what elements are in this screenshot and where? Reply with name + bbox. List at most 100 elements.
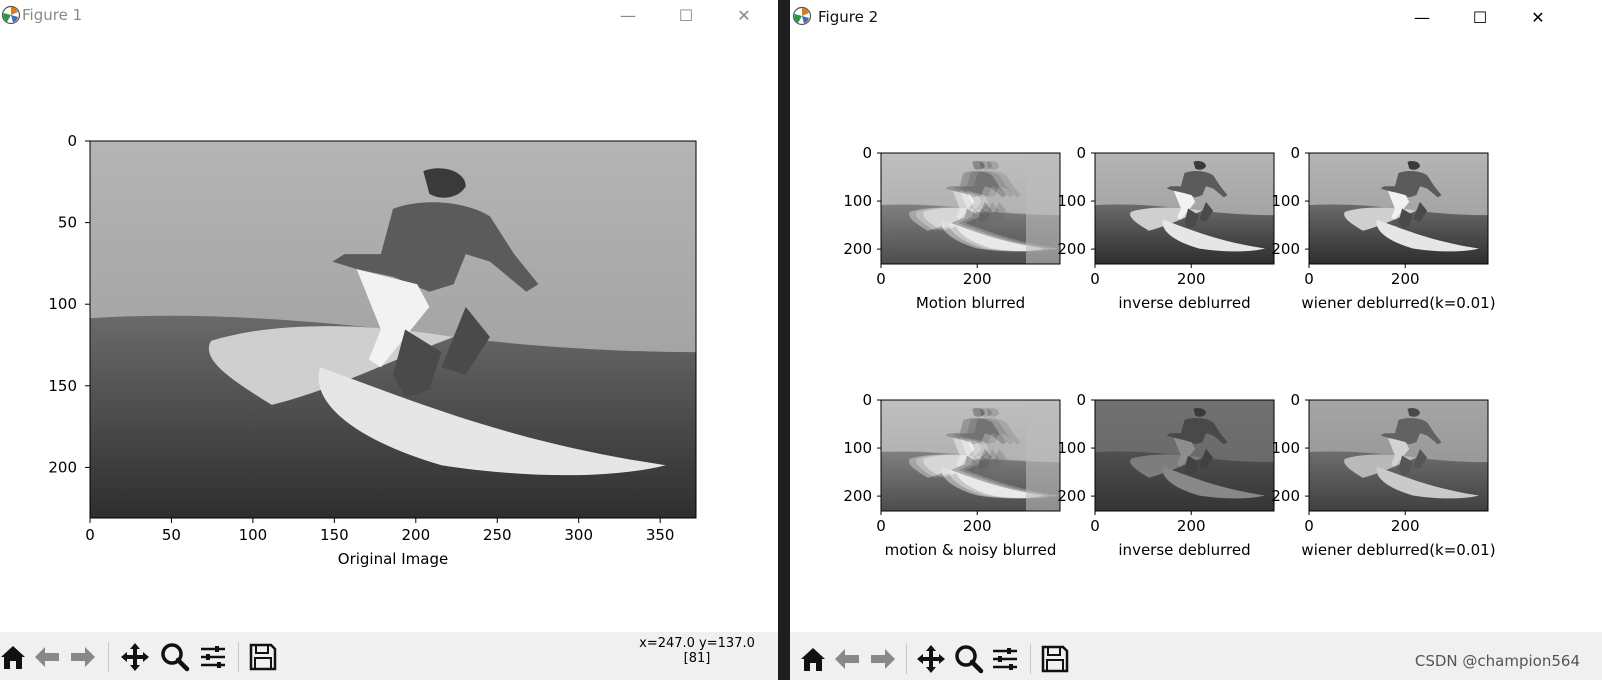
zoom-button[interactable] <box>952 642 986 676</box>
minimize-icon: — <box>1414 7 1430 27</box>
figure2-titlebar[interactable]: Figure 2 — ☐ ✕ <box>790 0 1602 33</box>
back-button[interactable] <box>30 640 64 674</box>
figure2-title: Figure 2 <box>818 8 879 26</box>
subplot-label: inverse deblurred <box>1118 541 1250 559</box>
figure1-axes: 0 50 100 150 200 250 300 350 0 50 100 150 200 Origina… <box>48 132 697 568</box>
toolbar-separator <box>238 642 239 672</box>
pan-icon <box>917 645 945 673</box>
x-tick-label: 250 <box>483 526 512 544</box>
x-tick-label: 0 <box>876 270 886 288</box>
background-editor-strip <box>778 0 790 680</box>
subplot-image <box>1308 152 1489 265</box>
y-tick-label: 200 <box>1271 487 1300 505</box>
y-tick-label: 0 <box>1076 144 1086 162</box>
maximize-icon: ☐ <box>1472 7 1488 27</box>
y-tick-label: 100 <box>1057 439 1086 457</box>
close-icon: ✕ <box>737 5 751 25</box>
figure1-canvas[interactable]: 0 50 100 150 200 250 300 350 0 50 100 150 200 Origina… <box>0 33 778 632</box>
x-tick-label: 0 <box>85 526 95 544</box>
pan-icon <box>121 643 149 671</box>
subplot-label: inverse deblurred <box>1118 294 1250 312</box>
y-tick-label: 200 <box>843 240 872 258</box>
x-tick-label: 100 <box>239 526 268 544</box>
minimize-icon: — <box>620 5 636 25</box>
forward-button[interactable] <box>66 640 100 674</box>
figure1-window: Figure 1 — ☐ ✕ 0 50 100 150 200 250 300 … <box>0 0 778 680</box>
configure-subplots-button[interactable] <box>196 640 230 674</box>
save-icon <box>1041 645 1069 673</box>
minimize-button[interactable]: — <box>1400 4 1444 30</box>
save-icon <box>249 643 277 671</box>
y-tick-label: 100 <box>843 439 872 457</box>
figure1-titlebar[interactable]: Figure 1 — ☐ ✕ <box>0 0 778 33</box>
subplot-image <box>880 399 1061 512</box>
y-tick-label: 0 <box>862 391 872 409</box>
maximize-button[interactable]: ☐ <box>1458 4 1502 30</box>
y-tick-label: 200 <box>48 458 77 476</box>
x-tick-label: 200 <box>963 517 992 535</box>
y-tick-label: 200 <box>1271 240 1300 258</box>
x-tick-label: 0 <box>1090 270 1100 288</box>
x-tick-label: 0 <box>876 517 886 535</box>
y-tick-label: 200 <box>1057 487 1086 505</box>
configure-subplots-button[interactable] <box>988 642 1022 676</box>
x-tick-label: 200 <box>963 270 992 288</box>
minimize-button[interactable]: — <box>606 2 650 28</box>
y-tick-label: 200 <box>1057 240 1086 258</box>
forward-arrow-icon <box>71 647 95 667</box>
y-tick-label: 0 <box>1076 391 1086 409</box>
y-tick-label: 100 <box>1057 192 1086 210</box>
figure2-canvas[interactable]: 0 200 0 100 200 Motion blurred 0 200 0 100 200 inve… <box>790 33 1602 632</box>
cursor-coordinates: x=247.0 y=137.0 [81] <box>622 636 772 666</box>
x-tick-label: 150 <box>320 526 349 544</box>
configure-subplots-icon <box>993 648 1017 670</box>
x-tick-label: 350 <box>646 526 675 544</box>
forward-button[interactable] <box>866 642 900 676</box>
close-button[interactable]: ✕ <box>722 2 766 28</box>
y-tick-label: 0 <box>862 144 872 162</box>
subplot-image <box>1094 152 1275 265</box>
x-tick-label: 200 <box>1391 517 1420 535</box>
x-tick-label: 0 <box>1304 270 1314 288</box>
home-icon <box>801 648 825 671</box>
back-button[interactable] <box>830 642 864 676</box>
subplot-label: motion & noisy blurred <box>885 541 1057 559</box>
y-tick-label: 200 <box>843 487 872 505</box>
pan-button[interactable] <box>118 640 152 674</box>
x-tick-label: 200 <box>1391 270 1420 288</box>
subplot-label: wiener deblurred(k=0.01) <box>1301 294 1495 312</box>
x-tick-label: 200 <box>1177 517 1206 535</box>
save-button[interactable] <box>246 640 280 674</box>
figure2-subplots: 0 2000100200Motion blurred0 2000100200inve… <box>843 144 1495 559</box>
x-tick-label: 50 <box>162 526 181 544</box>
close-button[interactable]: ✕ <box>1516 4 1560 30</box>
toolbar-separator <box>108 642 109 672</box>
csdn-watermark: CSDN @champion564 <box>1414 652 1580 670</box>
x-tick-label: 200 <box>401 526 430 544</box>
y-tick-label: 100 <box>843 192 872 210</box>
subplot-label: wiener deblurred(k=0.01) <box>1301 541 1495 559</box>
home-button[interactable] <box>796 642 830 676</box>
maximize-icon: ☐ <box>678 5 694 25</box>
subplot-image <box>1094 399 1275 512</box>
pan-button[interactable] <box>914 642 948 676</box>
home-button[interactable] <box>0 640 30 674</box>
figure1-toolbar: x=247.0 y=137.0 [81] <box>0 632 778 680</box>
save-button[interactable] <box>1038 642 1072 676</box>
y-tick-label: 150 <box>48 377 77 395</box>
back-arrow-icon <box>35 647 59 667</box>
x-axis-label: Original Image <box>338 550 448 568</box>
back-arrow-icon <box>835 649 859 669</box>
configure-subplots-icon <box>201 646 225 668</box>
zoom-button[interactable] <box>158 640 192 674</box>
x-tick-label: 200 <box>1177 270 1206 288</box>
subplot-image <box>1308 399 1489 512</box>
y-tick-label: 0 <box>1290 144 1300 162</box>
close-icon: ✕ <box>1531 7 1545 27</box>
zoom-icon <box>955 645 984 674</box>
maximize-button[interactable]: ☐ <box>664 2 708 28</box>
matplotlib-logo-icon <box>792 6 812 26</box>
y-tick-label: 0 <box>67 132 77 150</box>
y-tick-label: 50 <box>58 214 77 232</box>
x-tick-label: 0 <box>1090 517 1100 535</box>
